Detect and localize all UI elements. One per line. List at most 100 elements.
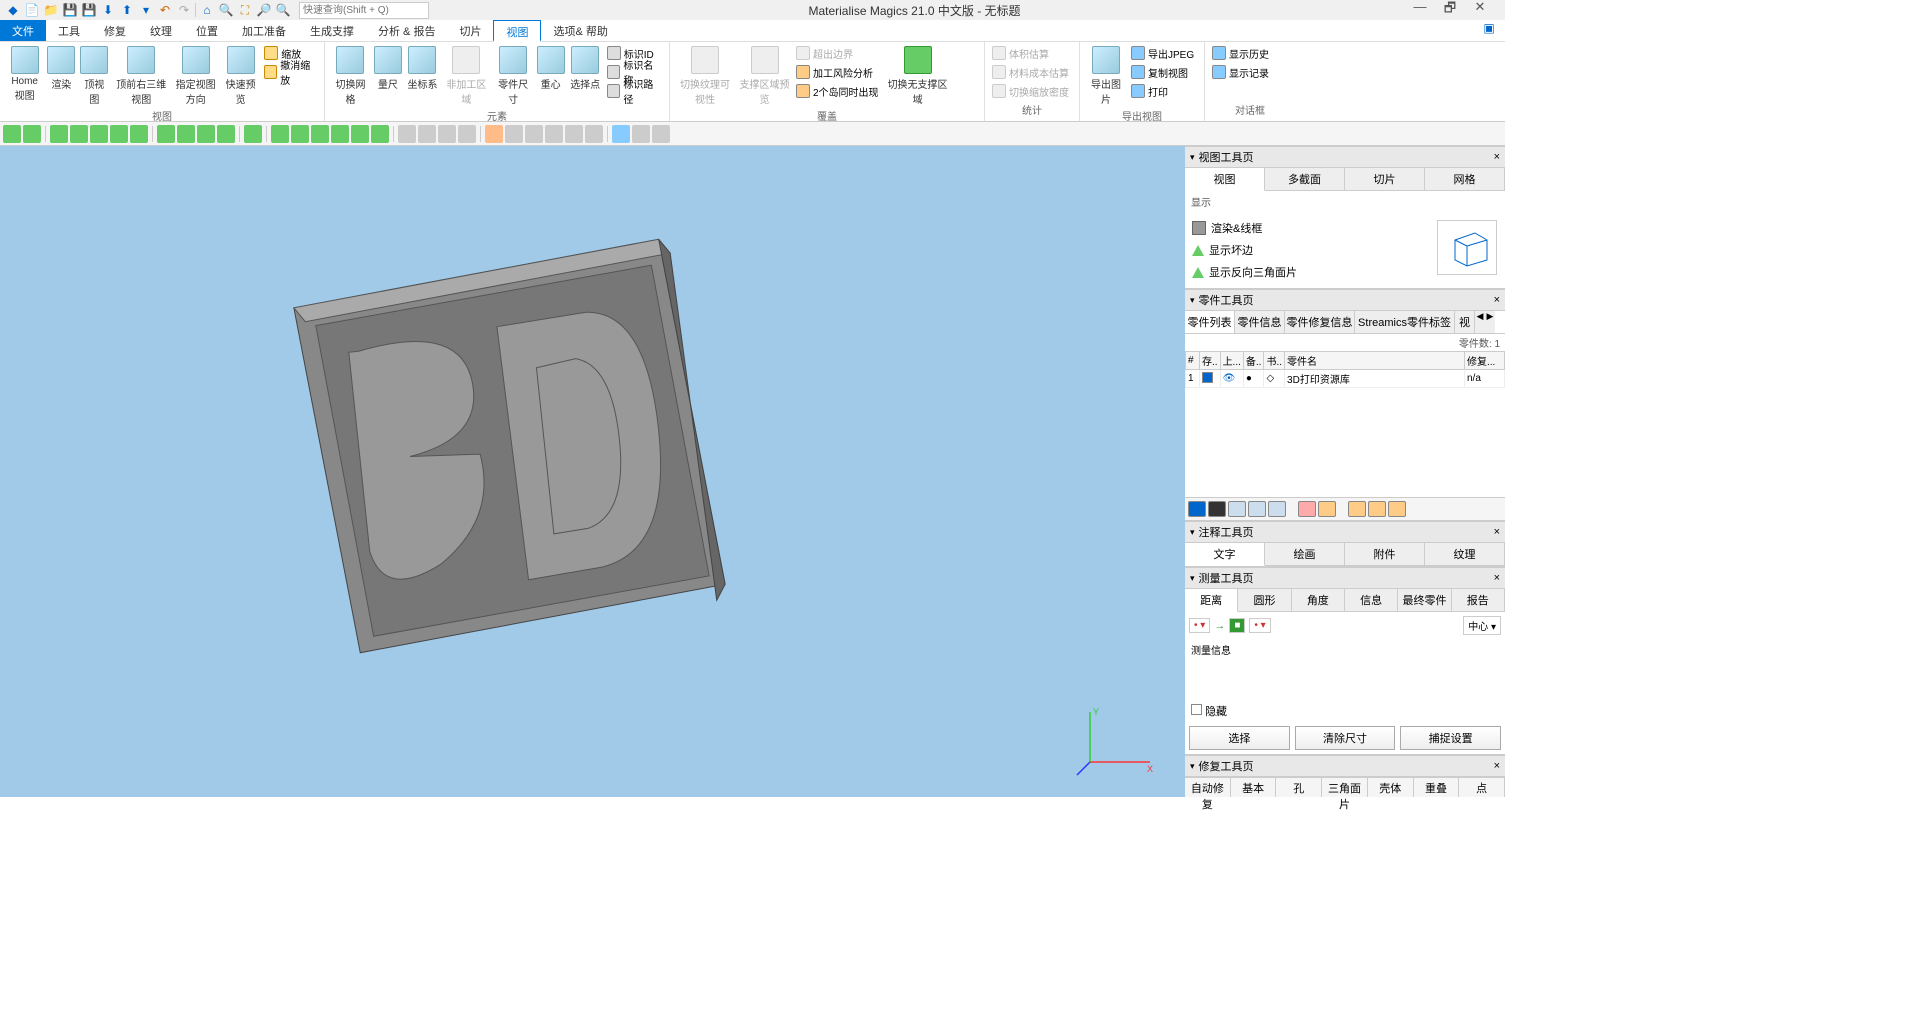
zoom-out-icon[interactable]: 🔎 bbox=[256, 2, 272, 18]
mini-copy-icon[interactable] bbox=[1318, 501, 1336, 517]
col-num[interactable]: # bbox=[1186, 352, 1200, 370]
panel-close-icon[interactable]: × bbox=[1494, 151, 1500, 163]
tb-tree1-icon[interactable] bbox=[50, 125, 68, 143]
tb-ball-icon[interactable] bbox=[244, 125, 262, 143]
menu-texture[interactable]: 纹理 bbox=[138, 20, 184, 41]
mini-invert-icon[interactable] bbox=[1228, 501, 1246, 517]
mini-export-icon[interactable] bbox=[1368, 501, 1386, 517]
tb-plane-icon[interactable] bbox=[90, 125, 108, 143]
menu-view[interactable]: 视图 bbox=[493, 20, 541, 42]
tab-angle[interactable]: 角度 bbox=[1292, 589, 1345, 611]
texture-vis-button[interactable]: 切换纹理可视性 bbox=[675, 44, 735, 108]
zoom-fit-icon[interactable]: ⛶ bbox=[237, 2, 253, 18]
orientation-cube[interactable] bbox=[1437, 220, 1497, 275]
tb-tri13-icon[interactable] bbox=[652, 125, 670, 143]
minimize-button[interactable]: — bbox=[1410, 0, 1430, 21]
tb-cursor-icon[interactable] bbox=[3, 125, 21, 143]
ruler-button[interactable]: 量尺 bbox=[373, 44, 403, 93]
islands-button[interactable]: 2个岛同时出现 bbox=[794, 82, 881, 100]
select-point-button[interactable]: 选择点 bbox=[568, 44, 603, 93]
tb-clover3-icon[interactable] bbox=[197, 125, 215, 143]
top-view-button[interactable]: 顶视图 bbox=[78, 44, 110, 108]
tab-section[interactable]: 多截面 bbox=[1265, 168, 1345, 190]
tab-part-list[interactable]: 零件列表 bbox=[1185, 311, 1235, 334]
menu-file[interactable]: 文件 bbox=[0, 20, 46, 41]
search-icon[interactable]: 🔍 bbox=[275, 2, 291, 18]
menu-position[interactable]: 位置 bbox=[184, 20, 230, 41]
mat-cost-button[interactable]: 材料成本估算 bbox=[990, 63, 1071, 81]
tb-box1-icon[interactable] bbox=[271, 125, 289, 143]
tb-tri12-icon[interactable] bbox=[632, 125, 650, 143]
mini-show-icon[interactable] bbox=[1268, 501, 1286, 517]
tb-tri11-icon[interactable] bbox=[612, 125, 630, 143]
home-view-button[interactable]: Home视图 bbox=[5, 44, 44, 104]
tab-part-fix[interactable]: 零件修复信息 bbox=[1285, 311, 1355, 333]
log-button[interactable]: 显示记录 bbox=[1210, 63, 1271, 81]
panel-close-icon[interactable]: × bbox=[1494, 526, 1500, 538]
tab-attach[interactable]: 附件 bbox=[1345, 543, 1425, 565]
centroid-button[interactable]: 重心 bbox=[536, 44, 566, 93]
menu-fix[interactable]: 修复 bbox=[92, 20, 138, 41]
tb-tri1-icon[interactable] bbox=[398, 125, 416, 143]
viewport-3d[interactable]: X Y bbox=[0, 146, 1185, 797]
vol-est-button[interactable]: 体积估算 bbox=[990, 44, 1071, 62]
mini-hide-icon[interactable] bbox=[1248, 501, 1266, 517]
tb-tri5-icon[interactable] bbox=[485, 125, 503, 143]
specify-view-button[interactable]: 指定视图方向 bbox=[172, 44, 219, 108]
tab-slice[interactable]: 切片 bbox=[1345, 168, 1425, 190]
history-button[interactable]: 显示历史 bbox=[1210, 44, 1271, 62]
saveas-icon[interactable]: 💾 bbox=[81, 2, 97, 18]
search-input[interactable] bbox=[299, 2, 429, 19]
col-s[interactable]: 存.. bbox=[1200, 352, 1221, 370]
non-build-button[interactable]: 非加工区域 bbox=[442, 44, 491, 108]
zoom-ratio-button[interactable]: 切换缩放密度 bbox=[990, 82, 1071, 100]
opt-bad-edges[interactable]: 显示坏边 bbox=[1190, 239, 1434, 261]
col-fix[interactable]: 修复... bbox=[1465, 352, 1505, 370]
render-button[interactable]: 渲染 bbox=[46, 44, 76, 93]
tab-point[interactable]: 点 bbox=[1459, 778, 1505, 797]
tb-tri10-icon[interactable] bbox=[585, 125, 603, 143]
tab-overlap[interactable]: 重叠 bbox=[1414, 778, 1460, 797]
panel-close-icon[interactable]: × bbox=[1494, 760, 1500, 772]
panel-fix-header[interactable]: 修复工具页× bbox=[1185, 755, 1505, 777]
hide-checkbox[interactable] bbox=[1191, 704, 1202, 715]
tab-streamics[interactable]: Streamics零件标签 bbox=[1355, 311, 1455, 333]
tb-box5-icon[interactable] bbox=[351, 125, 369, 143]
undo-zoom-button[interactable]: 撤消缩放 bbox=[262, 63, 319, 81]
tb-box4-icon[interactable] bbox=[331, 125, 349, 143]
tab-circle[interactable]: 圆形 bbox=[1238, 589, 1291, 611]
zoom-in-icon[interactable]: 🔍 bbox=[218, 2, 234, 18]
export-jpeg-button[interactable]: 导出JPEG bbox=[1129, 44, 1196, 62]
tab-mesh[interactable]: 网格 bbox=[1425, 168, 1505, 190]
mini-sel-all-icon[interactable] bbox=[1188, 501, 1206, 517]
tab-autofix[interactable]: 自动修复 bbox=[1185, 778, 1231, 797]
copy-view-button[interactable]: 复制视图 bbox=[1129, 63, 1196, 81]
print-button[interactable]: 打印 bbox=[1129, 82, 1196, 100]
coord-button[interactable]: 坐标系 bbox=[405, 44, 440, 93]
tb-select-icon[interactable] bbox=[23, 125, 41, 143]
risk-button[interactable]: 加工风险分析 bbox=[794, 63, 881, 81]
tab-view[interactable]: 视图 bbox=[1185, 168, 1265, 191]
meas-to-dropdown2[interactable]: • ▾ bbox=[1249, 618, 1270, 633]
opt-render-wireframe[interactable]: 渲染&线框 bbox=[1190, 217, 1434, 239]
meas-from-dropdown[interactable]: • ▾ bbox=[1189, 618, 1210, 633]
tb-box3-icon[interactable] bbox=[311, 125, 329, 143]
tab-part-info[interactable]: 零件信息 bbox=[1235, 311, 1285, 333]
tb-tri7-icon[interactable] bbox=[525, 125, 543, 143]
tab-distance[interactable]: 距离 bbox=[1185, 589, 1238, 612]
tb-lasso-icon[interactable] bbox=[110, 125, 128, 143]
tb-tri2-icon[interactable] bbox=[418, 125, 436, 143]
table-row[interactable]: 1 👁 ● ◇ 3D打印资源库 n/a bbox=[1186, 370, 1505, 388]
tab-draw[interactable]: 绘画 bbox=[1265, 543, 1345, 565]
meas-to-dropdown[interactable]: ■ bbox=[1229, 618, 1245, 633]
tb-brush-icon[interactable] bbox=[130, 125, 148, 143]
tab-text[interactable]: 文字 bbox=[1185, 543, 1265, 566]
tab-info[interactable]: 信息 bbox=[1345, 589, 1398, 611]
select-button[interactable]: 选择 bbox=[1189, 726, 1290, 750]
tb-box6-icon[interactable] bbox=[371, 125, 389, 143]
fast-preview-button[interactable]: 快速预览 bbox=[221, 44, 260, 108]
support-preview-button[interactable]: 支撑区域预览 bbox=[737, 44, 792, 108]
iso-view-button[interactable]: 顶前右三维视图 bbox=[112, 44, 170, 108]
tb-tree2-icon[interactable] bbox=[70, 125, 88, 143]
tab-scroll-right[interactable]: ▶ bbox=[1485, 311, 1495, 333]
